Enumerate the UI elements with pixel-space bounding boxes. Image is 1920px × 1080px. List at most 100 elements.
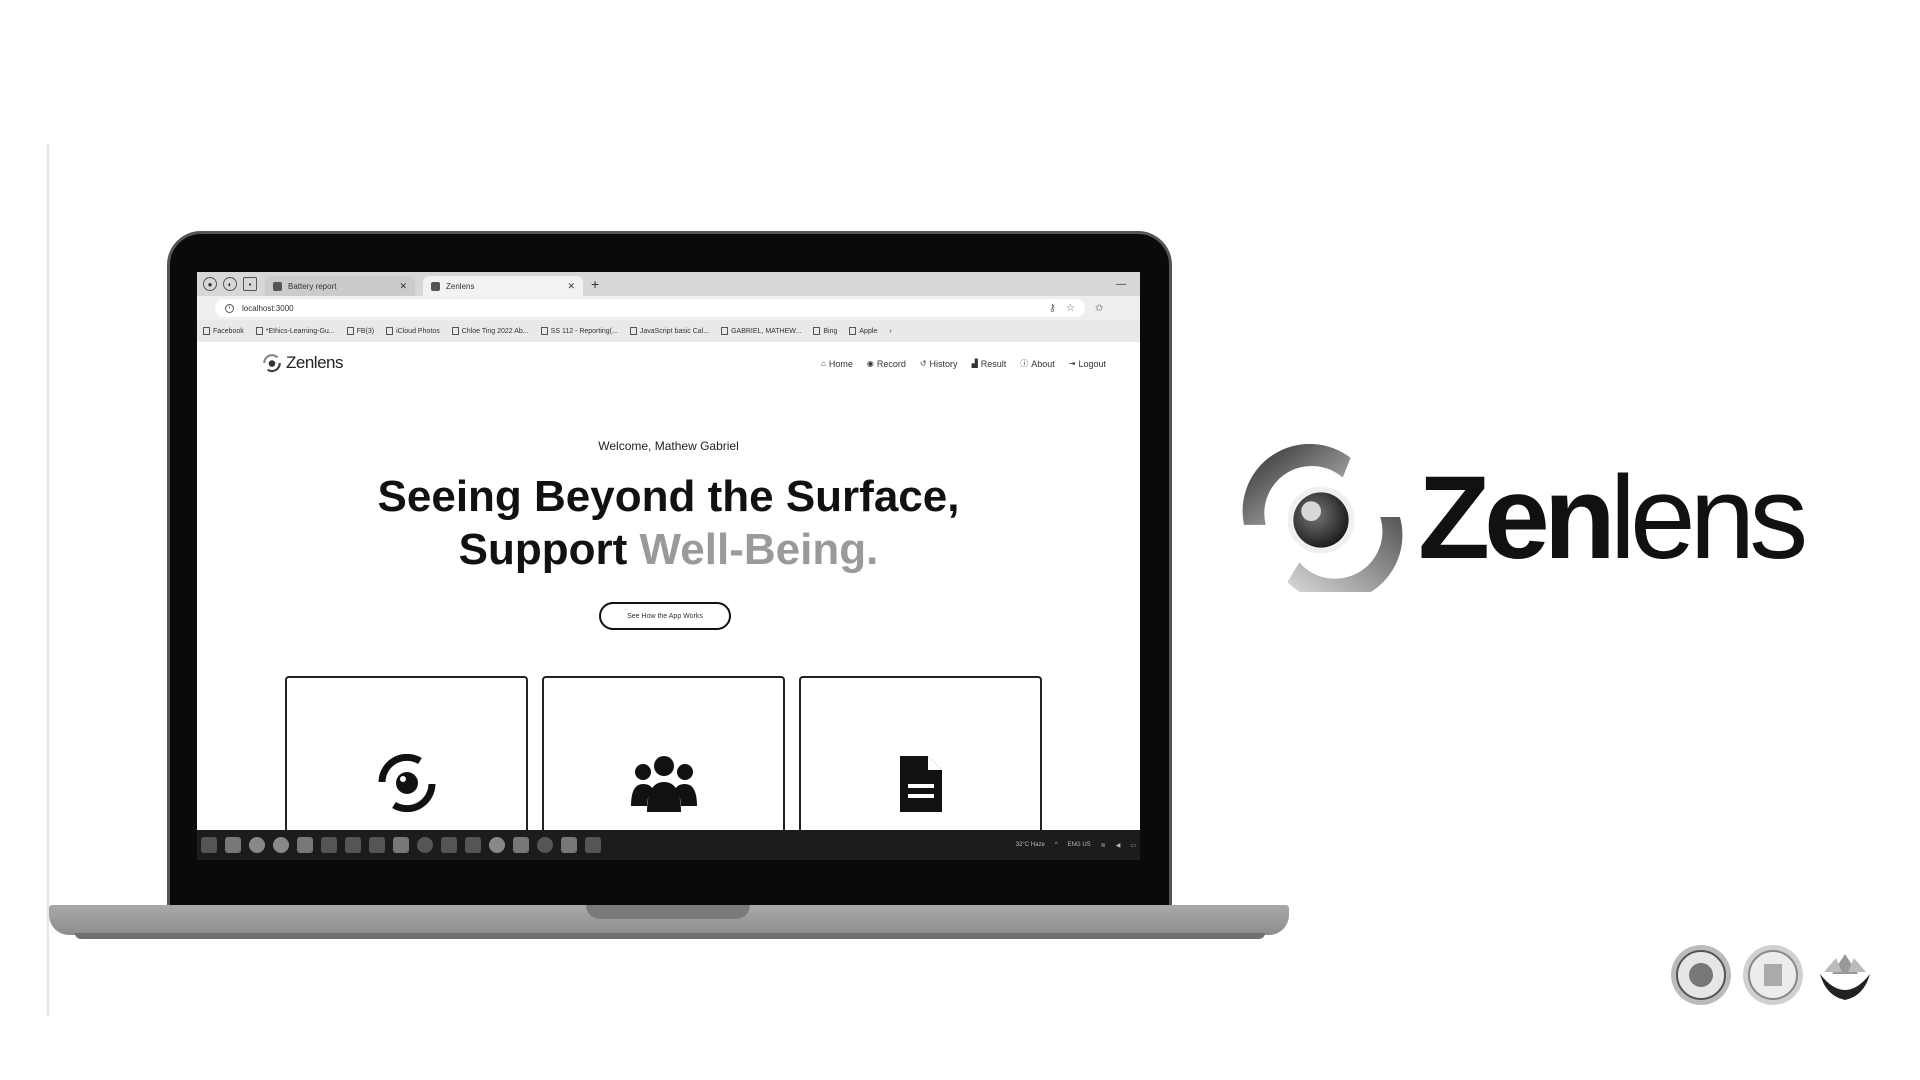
profile-icon[interactable]: ● [203, 277, 217, 291]
app-icon[interactable] [489, 837, 505, 853]
nav-result[interactable]: ▟ Result [972, 358, 1007, 369]
app-icon[interactable] [297, 837, 313, 853]
bookmark-label: *Ethics-Learning-Gu... [265, 327, 335, 335]
chevron-up-icon[interactable]: ^ [1055, 842, 1058, 848]
url-text: localhost:3000 [242, 303, 294, 313]
app-icon[interactable] [369, 837, 385, 853]
nav-about[interactable]: ⓘ About [1020, 358, 1055, 369]
department-logo-icon [1820, 954, 1870, 1000]
volume-icon[interactable]: ◀ [1116, 842, 1121, 849]
url-field[interactable]: i localhost:3000 ⚷ ☆ [215, 299, 1085, 317]
nav-label: Logout [1078, 358, 1106, 369]
key-icon[interactable]: ⚷ [1049, 303, 1056, 314]
slide-left-rule [47, 145, 49, 1015]
bookmark-item[interactable]: *Ethics-Learning-Gu... [255, 327, 335, 335]
tab-battery-report[interactable]: Battery report ✕ [265, 276, 415, 296]
zenlens-logo-icon [1242, 444, 1403, 592]
new-tab-icon[interactable]: + [591, 276, 599, 292]
site-info-icon[interactable]: i [225, 303, 234, 313]
feature-card[interactable] [285, 676, 528, 836]
file-explorer-icon[interactable] [225, 837, 241, 853]
bookmark-item[interactable]: Chloe Ting 2022 Ab... [451, 327, 529, 335]
app-icon[interactable] [417, 837, 433, 853]
star-icon[interactable]: ☆ [1066, 303, 1075, 314]
hero-line-2: Support Well-Being. [197, 523, 1140, 576]
nav-history[interactable]: ↺ History [920, 358, 958, 369]
nav-label: Home [828, 358, 853, 369]
bookmark-label: JavaScript basic Cal... [639, 327, 710, 335]
zenlens-brand-logo: Zenlens [1232, 444, 1808, 592]
bookmark-label: iCloud Photos [396, 327, 440, 335]
feature-card[interactable] [799, 676, 1042, 836]
zenlens-wordmark: Zenlens [1418, 459, 1808, 577]
logout-icon: ⇥ [1068, 359, 1076, 368]
close-icon[interactable]: ✕ [399, 281, 407, 292]
history-icon: ↺ [919, 359, 927, 368]
bookmark-item[interactable]: Apple [849, 327, 877, 335]
hero-line-1: Seeing Beyond the Surface, [377, 472, 960, 521]
app-icon[interactable] [345, 837, 361, 853]
browser-addressbar: i localhost:3000 ⚷ ☆ ✩ [197, 296, 1140, 320]
nav-record[interactable]: ◉ Record [867, 358, 906, 369]
see-how-button[interactable]: See How the App Works [599, 602, 731, 630]
browser-tabbar: ● ◐ ▪ Battery report ✕ Zenlens ✕ + — [197, 272, 1140, 296]
zenlens-logo-icon [263, 354, 281, 373]
bookmark-item[interactable]: SS 112 - Reporting(... [540, 327, 618, 335]
chevron-right-icon[interactable]: › [889, 328, 891, 335]
bookmark-item[interactable]: iCloud Photos [386, 327, 440, 335]
document-icon [899, 756, 942, 812]
app-icon[interactable] [537, 837, 553, 853]
app-icon[interactable] [321, 837, 337, 853]
bookmark-label: FB(3) [356, 327, 375, 335]
language-indicator[interactable]: ENG US [1068, 842, 1091, 848]
cloud-icon [386, 327, 394, 335]
close-icon[interactable]: ✕ [567, 281, 575, 292]
tab-actions-icon[interactable]: ▪ [243, 277, 257, 291]
bookmark-item[interactable]: Facebook [203, 327, 244, 335]
tab-zenlens[interactable]: Zenlens ✕ [423, 276, 583, 296]
eye-icon [378, 754, 435, 812]
wordmark-lens: lens [1609, 452, 1808, 584]
bookmark-item[interactable]: GABRIEL, MATHEW... [721, 327, 801, 335]
feature-card[interactable] [542, 676, 785, 836]
search-icon[interactable] [201, 837, 217, 853]
minimize-icon[interactable]: — [1116, 279, 1126, 290]
app-logo[interactable]: Zenlens [261, 352, 343, 374]
nav-label: Result [980, 358, 1007, 369]
page-icon [451, 327, 459, 335]
page-icon [629, 327, 637, 335]
nav-home[interactable]: ⌂ Home [821, 358, 853, 369]
chrome-icon[interactable] [273, 837, 289, 853]
page-icon [721, 327, 729, 335]
college-seal-icon [1743, 945, 1803, 1005]
bookmark-item[interactable]: JavaScript basic Cal... [629, 327, 710, 335]
hero-line-2-accent: Well-Being. [639, 525, 879, 574]
bookmark-label: GABRIEL, MATHEW... [731, 327, 802, 335]
bookmark-item[interactable]: FB(3) [346, 327, 375, 335]
vscode-icon[interactable] [393, 837, 409, 853]
page-icon [849, 327, 857, 335]
record-icon: ◉ [866, 359, 874, 368]
instagram-icon[interactable] [513, 837, 529, 853]
app-icon[interactable] [561, 837, 577, 853]
system-tray: 32°C Haze ^ ENG US ≋ ◀ ▭ [1016, 842, 1140, 849]
bookmarks-bar: Facebook *Ethics-Learning-Gu... FB(3) iC… [197, 320, 1140, 342]
bookmark-item[interactable]: Bing [813, 327, 837, 335]
laptop-base-shadow [75, 933, 1265, 939]
app-icon[interactable] [585, 837, 601, 853]
battery-icon[interactable]: ▭ [1130, 842, 1136, 849]
workspaces-icon[interactable]: ◐ [223, 277, 237, 291]
weather-widget[interactable]: 32°C Haze [1016, 842, 1045, 848]
bookmark-label: Bing [823, 327, 838, 335]
university-seal-icon [1671, 945, 1731, 1005]
nav-logout[interactable]: ⇥ Logout [1069, 358, 1106, 369]
edge-icon[interactable] [249, 837, 265, 853]
bookmark-label: Facebook [213, 327, 244, 335]
app-icon[interactable] [441, 837, 457, 853]
app-icon[interactable] [465, 837, 481, 853]
page-icon [540, 327, 548, 335]
extensions-icon[interactable]: ✩ [1095, 303, 1103, 314]
wifi-icon[interactable]: ≋ [1101, 842, 1106, 849]
app-logo-text: Zenlens [286, 353, 343, 372]
laptop-screen: ● ◐ ▪ Battery report ✕ Zenlens ✕ + — i l… [197, 272, 1140, 860]
